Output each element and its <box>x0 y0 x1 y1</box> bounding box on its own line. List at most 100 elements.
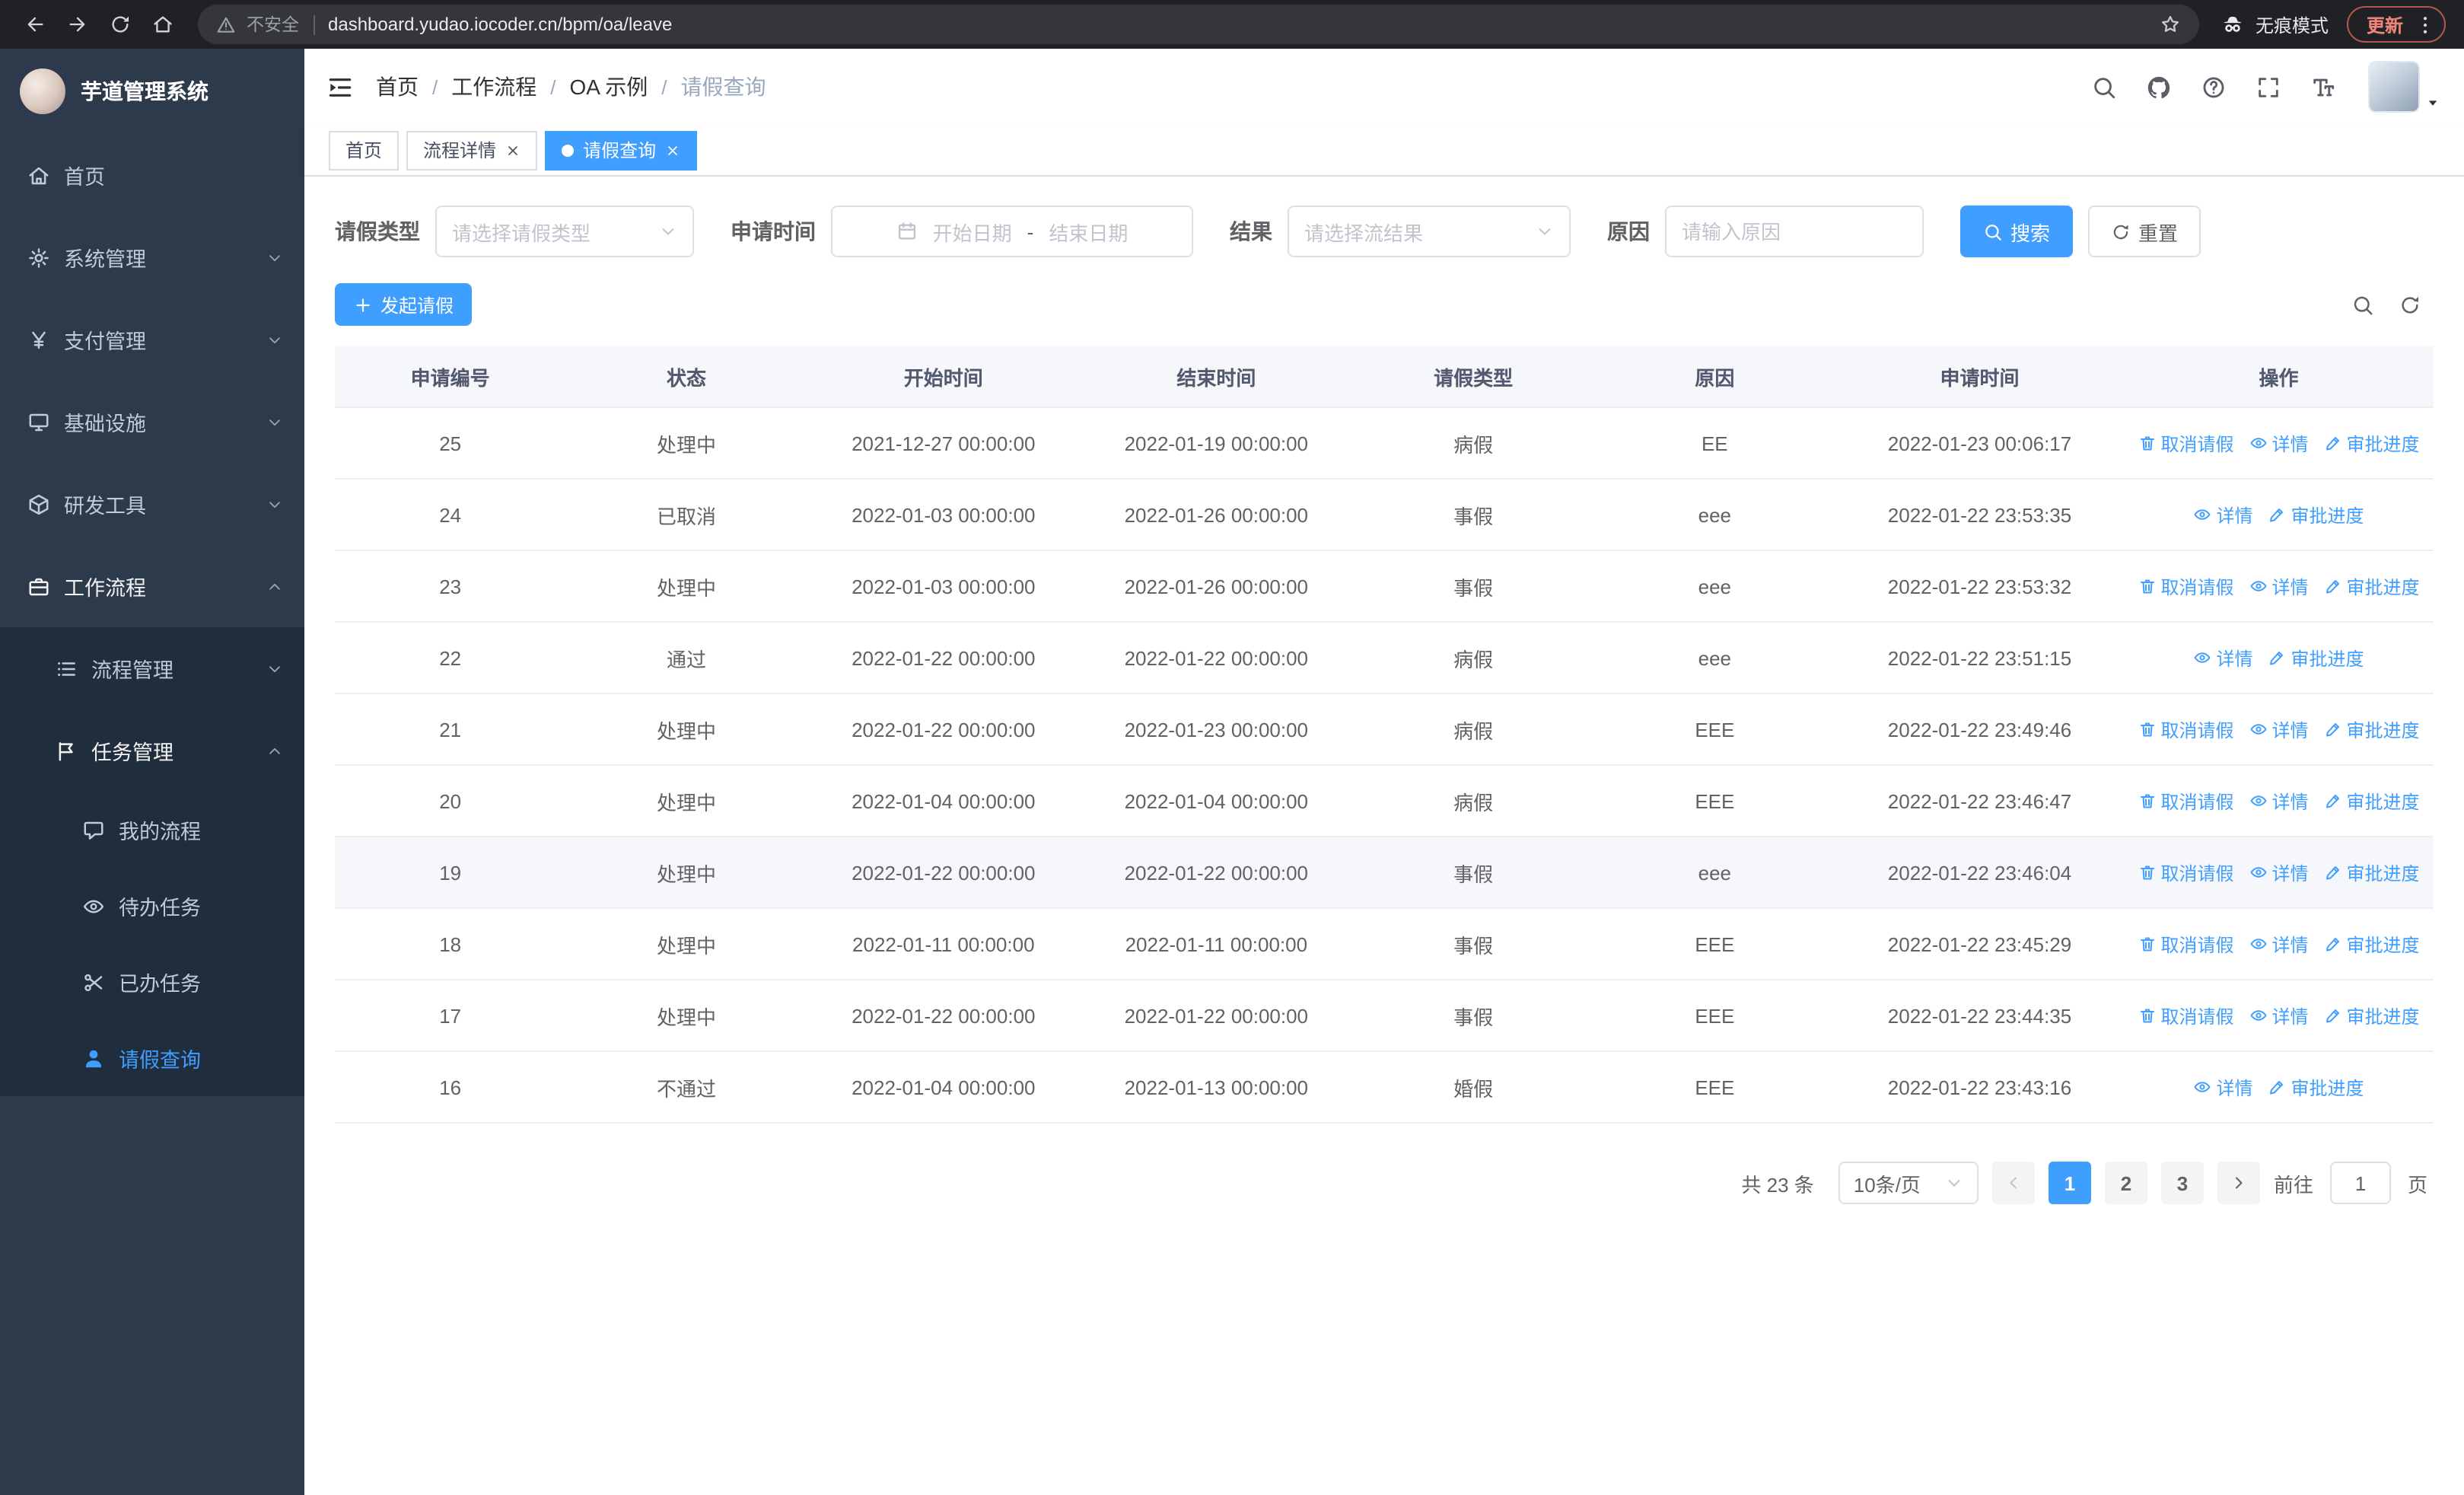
sidebar-item-workflow[interactable]: 工作流程 <box>0 545 304 627</box>
progress-action-link[interactable]: 审批进度 <box>2324 430 2420 456</box>
detail-action-link[interactable]: 详情 <box>2249 859 2309 885</box>
browser-back-button[interactable] <box>15 5 55 44</box>
apply-time-label: 申请时间 <box>731 219 816 244</box>
browser-menu-icon[interactable] <box>2414 13 2437 36</box>
detail-action-link[interactable]: 详情 <box>2193 645 2253 671</box>
bookmark-star-icon[interactable] <box>2160 14 2181 35</box>
detail-action-link[interactable]: 详情 <box>2193 502 2253 528</box>
search-button-label: 搜索 <box>2010 222 2051 244</box>
detail-action-link[interactable]: 详情 <box>2249 573 2309 599</box>
filter-form: 请假类型 请选择请假类型 申请时间 开始日期 - 结束日期 结果 请选择流结果 … <box>335 206 2434 257</box>
reset-button[interactable]: 重置 <box>2088 206 2201 257</box>
progress-action-link[interactable]: 审批进度 <box>2324 716 2420 742</box>
sidebar-item-todo-task[interactable]: 待办任务 <box>0 868 304 944</box>
font-size-icon[interactable] <box>2310 74 2336 100</box>
tab-close-icon[interactable] <box>505 142 520 158</box>
sidebar-item-payment[interactable]: 支付管理 <box>0 298 304 381</box>
user-icon <box>82 1047 105 1069</box>
sidebar-collapse-button[interactable] <box>326 72 355 101</box>
chevron-down-icon <box>1945 1174 1963 1192</box>
sidebar-item-label: 流程管理 <box>91 659 173 682</box>
row-actions: 取消请假 详情 审批进度 <box>2124 837 2434 907</box>
apply-time-range-picker[interactable]: 开始日期 - 结束日期 <box>831 206 1193 257</box>
detail-action-link[interactable]: 详情 <box>2193 1074 2253 1100</box>
browser-update-button[interactable]: 更新 <box>2346 6 2446 43</box>
tab-close-icon[interactable] <box>665 142 680 158</box>
detail-action-link[interactable]: 详情 <box>2249 716 2309 742</box>
table-row: 16 不通过 2022-01-04 00:00:00 2022-01-13 00:00… <box>335 1052 2434 1124</box>
leave-type-select[interactable]: 请选择请假类型 <box>435 206 694 257</box>
task-icon <box>55 739 78 762</box>
end-time-cell: 2022-01-11 00:00:00 <box>1125 932 1308 955</box>
sidebar-item-leave-query[interactable]: 请假查询 <box>0 1020 304 1096</box>
tab-home[interactable]: 首页 <box>329 130 400 170</box>
row-actions: 取消请假 详情 审批进度 <box>2124 551 2434 621</box>
progress-action-link[interactable]: 审批进度 <box>2268 1074 2364 1100</box>
detail-action-link[interactable]: 详情 <box>2249 931 2309 957</box>
github-icon[interactable] <box>2146 74 2172 100</box>
sidebar-item-home[interactable]: 首页 <box>0 134 304 216</box>
create-leave-label: 发起请假 <box>380 295 454 316</box>
application-id-cell: 24 <box>439 503 462 526</box>
create-leave-button[interactable]: 发起请假 <box>335 283 473 326</box>
result-select[interactable]: 请选择流结果 <box>1288 206 1571 257</box>
list-icon <box>55 657 78 680</box>
caret-down-icon <box>2426 96 2440 113</box>
cancel-action-link[interactable]: 取消请假 <box>2138 1003 2234 1028</box>
sidebar-item-infrastructure[interactable]: 基础设施 <box>0 381 304 463</box>
status-cell: 处理中 <box>656 719 716 742</box>
progress-action-link[interactable]: 审批进度 <box>2268 645 2364 671</box>
page-button-1[interactable]: 1 <box>2048 1162 2091 1204</box>
prev-page-button[interactable] <box>1991 1162 2035 1204</box>
progress-action-link[interactable]: 审批进度 <box>2324 788 2420 814</box>
toggle-search-icon[interactable] <box>2351 293 2374 316</box>
progress-action-link[interactable]: 审批进度 <box>2324 1003 2420 1028</box>
progress-action-link[interactable]: 审批进度 <box>2324 859 2420 885</box>
browser-reload-button[interactable] <box>100 5 140 44</box>
breadcrumb-item[interactable]: 工作流程 <box>451 72 536 102</box>
sidebar-item-system[interactable]: 系统管理 <box>0 216 304 298</box>
cancel-action-link[interactable]: 取消请假 <box>2138 931 2234 957</box>
tab-leave-query[interactable]: 请假查询 <box>545 130 698 170</box>
help-icon[interactable] <box>2201 74 2227 100</box>
reason-input[interactable] <box>1682 220 1907 243</box>
breadcrumb-item[interactable]: OA 示例 <box>570 72 648 102</box>
detail-action-link[interactable]: 详情 <box>2249 788 2309 814</box>
sidebar-item-process-mgmt[interactable]: 流程管理 <box>0 627 304 709</box>
page-size-select[interactable]: 10条/页 <box>1838 1162 1979 1204</box>
sidebar-item-task-mgmt[interactable]: 任务管理 <box>0 709 304 792</box>
sidebar-item-my-process[interactable]: 我的流程 <box>0 792 304 868</box>
tab-label: 首页 <box>345 140 383 161</box>
browser-forward-button[interactable] <box>58 5 97 44</box>
refresh-table-icon[interactable] <box>2399 293 2421 316</box>
page-content: 请假类型 请选择请假类型 申请时间 开始日期 - 结束日期 结果 请选择流结果 … <box>304 177 2464 1495</box>
tab-process-detail[interactable]: 流程详情 <box>406 130 538 170</box>
progress-action-link[interactable]: 审批进度 <box>2324 573 2420 599</box>
fullscreen-icon[interactable] <box>2255 74 2281 100</box>
progress-action-link[interactable]: 审批进度 <box>2324 931 2420 957</box>
cancel-action-link[interactable]: 取消请假 <box>2138 716 2234 742</box>
detail-action-link[interactable]: 详情 <box>2249 1003 2309 1028</box>
status-cell: 不通过 <box>656 1077 716 1100</box>
cancel-action-link[interactable]: 取消请假 <box>2138 430 2234 456</box>
cancel-action-link[interactable]: 取消请假 <box>2138 573 2234 599</box>
goto-page-input[interactable] <box>2329 1162 2391 1204</box>
address-bar[interactable]: 不安全 dashboard.yudao.iocoder.cn/bpm/oa/le… <box>198 5 2199 44</box>
browser-home-button[interactable] <box>143 5 183 44</box>
search-button[interactable]: 搜索 <box>1960 206 2074 257</box>
detail-action-link[interactable]: 详情 <box>2249 430 2309 456</box>
breadcrumb-item[interactable]: 首页 <box>376 72 419 102</box>
security-warning-icon[interactable] <box>216 14 236 34</box>
progress-action-link[interactable]: 审批进度 <box>2268 502 2364 528</box>
page-button-3[interactable]: 3 <box>2160 1162 2204 1204</box>
next-page-button[interactable] <box>2217 1162 2260 1204</box>
page-button-2[interactable]: 2 <box>2104 1162 2147 1204</box>
app-logo[interactable]: 芋道管理系统 <box>0 49 304 134</box>
user-menu[interactable] <box>2368 61 2440 113</box>
sidebar-item-done-task[interactable]: 已办任务 <box>0 944 304 1020</box>
header-search-icon[interactable] <box>2091 74 2117 100</box>
sidebar-item-dev-tools[interactable]: 研发工具 <box>0 463 304 545</box>
reason-cell: eee <box>1698 575 1732 598</box>
cancel-action-link[interactable]: 取消请假 <box>2138 859 2234 885</box>
cancel-action-link[interactable]: 取消请假 <box>2138 788 2234 814</box>
